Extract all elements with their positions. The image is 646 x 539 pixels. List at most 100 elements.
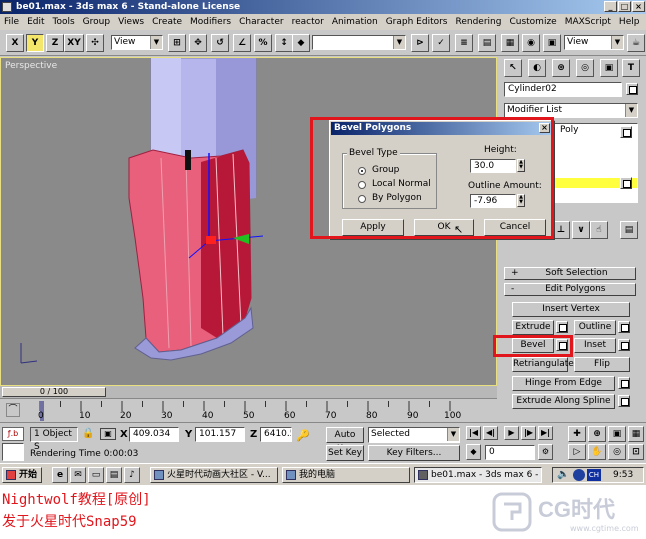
menu-graph-editors[interactable]: Graph Editors xyxy=(382,17,452,27)
utilities-tab-icon[interactable]: T xyxy=(622,59,640,77)
outlook-quicklaunch-icon[interactable]: ✉ xyxy=(70,467,86,483)
hinge-settings-icon[interactable] xyxy=(618,377,630,389)
extrude-along-spline-button[interactable]: Extrude Along Spline xyxy=(512,394,615,409)
quick-render-icon[interactable]: ☕ xyxy=(627,34,645,52)
insert-vertex-button[interactable]: Insert Vertex xyxy=(512,302,630,317)
menu-create[interactable]: Create xyxy=(148,17,186,27)
zoom-icon[interactable]: ✚ xyxy=(568,426,586,442)
auto-key-button[interactable]: Auto Key xyxy=(326,427,364,454)
snap-icon[interactable]: ✣ xyxy=(86,34,104,52)
menu-animation[interactable]: Animation xyxy=(328,17,382,27)
extrude-spline-settings-icon[interactable] xyxy=(618,395,630,407)
minimize-button[interactable]: _ xyxy=(604,1,617,12)
flip-button[interactable]: Flip xyxy=(574,357,630,372)
go-to-end-icon[interactable]: ▶| xyxy=(538,426,553,440)
menu-views[interactable]: Views xyxy=(114,17,148,27)
lock-icon[interactable]: 🔒 xyxy=(82,428,94,440)
menu-reactor[interactable]: reactor xyxy=(288,17,328,27)
maxscript-listener-icon[interactable]: ƒ.b xyxy=(2,427,24,441)
restrict-z-button[interactable]: Z xyxy=(46,34,64,52)
start-button[interactable]: 开始 xyxy=(2,467,42,483)
stack-toggle-icon[interactable] xyxy=(620,177,632,189)
stack-toggle-icon[interactable] xyxy=(620,126,632,138)
make-unique-icon[interactable]: ☝ xyxy=(590,221,608,239)
configure-sets-icon[interactable]: ▤ xyxy=(620,221,638,239)
key-icon[interactable]: 🔑 xyxy=(296,429,310,442)
modifier-list-dropdown[interactable]: Modifier List ▼ xyxy=(504,103,638,118)
arc-rotate-icon[interactable]: ◎ xyxy=(608,444,626,460)
menu-character[interactable]: Character xyxy=(235,17,287,27)
next-frame-icon[interactable]: |▶ xyxy=(521,426,536,440)
z-coordinate-field[interactable]: 6410.5 xyxy=(260,427,292,442)
outline-button[interactable]: Outline xyxy=(574,320,616,335)
inset-settings-icon[interactable] xyxy=(618,339,630,351)
reference-coord-dropdown[interactable]: View ▼ xyxy=(111,35,163,50)
field-of-view-icon[interactable]: ▷ xyxy=(568,444,586,460)
zoom-all-icon[interactable]: ⊕ xyxy=(588,426,606,442)
object-name-field[interactable]: Cylinder02 xyxy=(504,82,622,97)
key-filters-button[interactable]: Key Filters... xyxy=(368,445,460,461)
current-frame-field[interactable]: 0 xyxy=(485,445,535,460)
object-color-swatch[interactable] xyxy=(626,83,638,95)
extrude-settings-icon[interactable] xyxy=(556,321,568,333)
align-icon[interactable]: ✓ xyxy=(432,34,450,52)
hinge-from-edge-button[interactable]: Hinge From Edge xyxy=(512,376,615,391)
task-3dsmax[interactable]: be01.max - 3ds max 6 - S... xyxy=(414,467,542,483)
maximize-viewport-icon[interactable]: ⊡ xyxy=(628,444,644,460)
time-slider-thumb[interactable]: 0 / 100 xyxy=(2,387,106,397)
angle-snap-icon[interactable]: ∠ xyxy=(233,34,251,52)
play-icon[interactable]: ▶ xyxy=(504,426,519,440)
set-key-button[interactable]: Set Key xyxy=(326,445,364,461)
go-to-start-icon[interactable]: |◀ xyxy=(466,426,481,440)
language-badge[interactable]: CH xyxy=(587,469,601,481)
menu-help[interactable]: Help xyxy=(615,17,644,27)
percent-snap-icon[interactable]: % xyxy=(254,34,272,52)
extrude-button[interactable]: Extrude xyxy=(512,320,554,335)
track-bar[interactable]: ⌒ 0 10 20 30 40 50 60 70 80 90 100 xyxy=(0,398,497,422)
menu-customize[interactable]: Customize xyxy=(505,17,560,27)
retriangulate-button[interactable]: Retriangulate xyxy=(512,357,574,372)
zoom-extents-all-icon[interactable]: ▦ xyxy=(628,426,644,442)
key-mode-icon[interactable]: ◆ xyxy=(466,444,481,460)
task-my-computer[interactable]: 我的电脑 xyxy=(282,467,410,483)
maxscript-mini-listener[interactable] xyxy=(2,443,24,461)
menu-modifiers[interactable]: Modifiers xyxy=(186,17,235,27)
display-tab-icon[interactable]: ▣ xyxy=(600,59,618,77)
menu-rendering[interactable]: Rendering xyxy=(452,17,506,27)
curve-editor-icon[interactable]: ▤ xyxy=(478,34,496,52)
select-manipulate-icon[interactable]: ✥ xyxy=(189,34,207,52)
schematic-view-icon[interactable]: ▦ xyxy=(501,34,519,52)
render-type-dropdown[interactable]: View ▼ xyxy=(564,35,624,50)
x-coordinate-field[interactable]: 409.034 xyxy=(129,427,179,442)
time-slider[interactable]: 0 / 100 xyxy=(0,386,497,398)
mirror-icon[interactable]: ⊳ xyxy=(411,34,429,52)
restrict-xy-button[interactable]: XY xyxy=(64,34,84,52)
inset-button[interactable]: Inset xyxy=(574,338,616,353)
key-selection-dropdown[interactable]: Selected ▼ xyxy=(368,427,460,443)
spinner-snap-icon[interactable]: ↕ xyxy=(275,34,293,52)
desktop-quicklaunch-icon[interactable]: ▭ xyxy=(88,467,104,483)
pivot-icon[interactable]: ⊞ xyxy=(168,34,186,52)
pan-icon[interactable]: ✋ xyxy=(588,444,606,460)
motion-tab-icon[interactable]: ◎ xyxy=(576,59,594,77)
explorer-quicklaunch-icon[interactable]: ▤ xyxy=(106,467,122,483)
menu-group[interactable]: Group xyxy=(79,17,114,27)
ie-quicklaunch-icon[interactable]: e xyxy=(52,467,68,483)
modify-tab-icon[interactable]: ◐ xyxy=(528,59,546,77)
close-button[interactable]: × xyxy=(632,1,645,12)
prev-frame-icon[interactable]: ◀| xyxy=(483,426,498,440)
edit-polygons-rollout[interactable]: - Edit Polygons xyxy=(504,283,636,296)
absolute-mode-icon[interactable]: ▣ xyxy=(100,428,116,440)
snap-toggle-icon[interactable]: ↺ xyxy=(211,34,229,52)
track-view-icon[interactable]: ⌒ xyxy=(6,403,20,417)
restrict-y-button[interactable]: Y xyxy=(26,34,44,52)
hierarchy-tab-icon[interactable]: ⊛ xyxy=(552,59,570,77)
zoom-extents-icon[interactable]: ▣ xyxy=(608,426,626,442)
time-config-icon[interactable]: ⚙ xyxy=(538,444,553,460)
soft-selection-rollout[interactable]: + Soft Selection xyxy=(504,267,636,280)
menu-edit[interactable]: Edit xyxy=(23,17,48,27)
render-scene-icon[interactable]: ▣ xyxy=(543,34,561,52)
named-selection-icon[interactable]: ◆ xyxy=(292,34,310,52)
outline-settings-icon[interactable] xyxy=(618,321,630,333)
menu-file[interactable]: File xyxy=(0,17,23,27)
